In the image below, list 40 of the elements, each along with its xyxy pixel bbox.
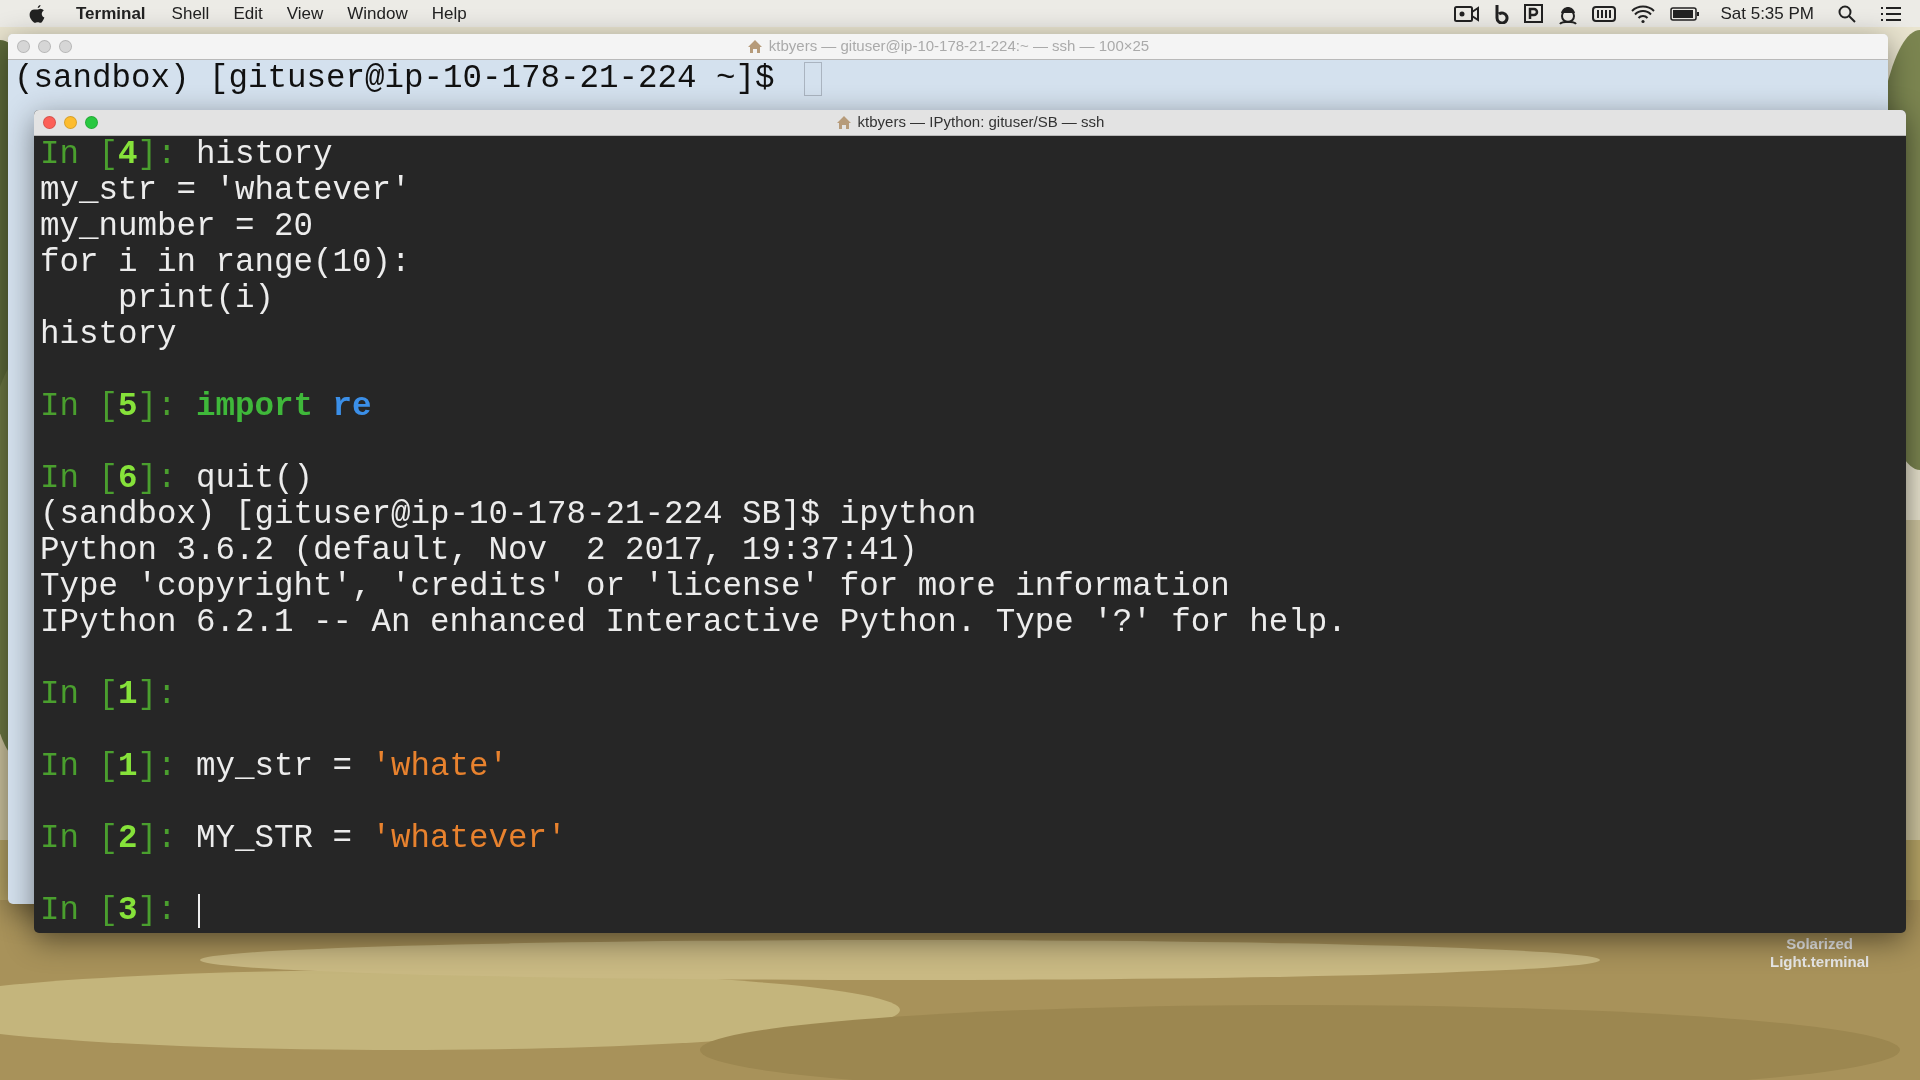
home-icon xyxy=(835,115,852,130)
menu-item[interactable]: Help xyxy=(431,0,467,27)
terminal-line: (sandbox) [gituser@ip-10-178-21-224 ~]$ xyxy=(14,61,776,97)
window-title: ktbyers — IPython: gituser/SB — ssh xyxy=(857,112,1105,133)
terminal-line: my_number = 20 xyxy=(40,209,314,245)
terminal-line: for i in range(10): xyxy=(40,245,411,281)
menu-icon[interactable] xyxy=(1880,5,1902,22)
menu-item[interactable]: Window xyxy=(347,0,408,27)
terminal-line: my_str = 'whatever' xyxy=(40,173,411,209)
terminal-line: In [2]: MY_STR = 'whatever' xyxy=(40,821,567,857)
terminal-line: IPython 6.2.1 -- An enhanced Interactive Python. Type '?' for help. xyxy=(40,605,1347,641)
apple-icon[interactable] xyxy=(28,3,46,24)
home-icon xyxy=(746,39,763,54)
search-icon[interactable] xyxy=(1838,4,1856,23)
menu-bar-app-name[interactable]: Terminal xyxy=(74,0,148,27)
window-title: ktbyers — gituser@ip-10-178-21-224:~ — ssh — 100×25 xyxy=(768,36,1150,57)
terminal-line: print(i) xyxy=(117,281,275,317)
video-camera-icon[interactable] xyxy=(1454,4,1481,23)
terminal-line: Python 3.6.2 (default, Nov 2 2017, 19:37:41) xyxy=(40,533,918,569)
text-cursor xyxy=(804,62,823,96)
terminal-line: In [1]: xyxy=(40,677,178,713)
terminal-line: (sandbox) [gituser@ip-10-178-21-224 SB]$ ipython xyxy=(40,497,977,533)
meter-icon[interactable] xyxy=(1592,4,1617,23)
terminal-line: Type 'copyright', 'credits' or 'license' for more information xyxy=(40,569,1230,605)
battery-icon[interactable] xyxy=(1670,5,1701,22)
close-button[interactable] xyxy=(43,116,56,129)
menu-item[interactable]: Shell xyxy=(171,0,210,27)
menu-item[interactable]: View xyxy=(286,0,324,27)
terminal-line: In [1]: my_str = 'whate' xyxy=(40,749,509,785)
terminal-line: history xyxy=(40,317,177,353)
terminal-line: In [5]: import re xyxy=(40,389,372,425)
terminal-line: In [6]: quit() xyxy=(40,461,314,497)
wifi-icon[interactable] xyxy=(1630,3,1657,24)
text-cursor xyxy=(198,894,201,928)
menu-item[interactable]: Edit xyxy=(233,0,263,27)
terminal-line: In [3]: xyxy=(40,893,178,929)
p-box-icon[interactable] xyxy=(1524,3,1545,24)
menu-bar-clock[interactable]: Sat 5:35 PM xyxy=(1720,0,1814,27)
terminal-line: In [4]: history xyxy=(40,137,333,173)
b-logo-icon[interactable] xyxy=(1494,3,1511,24)
